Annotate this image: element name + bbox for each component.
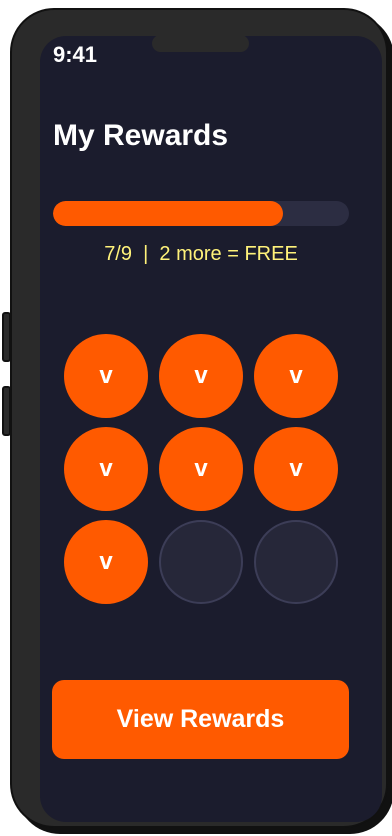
- page-title: My Rewards: [53, 119, 229, 152]
- stamp-check-mark: v: [289, 455, 303, 482]
- stamp-filled: v: [64, 334, 148, 418]
- stamp-filled: v: [159, 334, 243, 418]
- stamp-check-mark: v: [194, 362, 208, 389]
- camera-notch: [152, 35, 249, 52]
- view-rewards-button[interactable]: View Rewards: [52, 680, 349, 759]
- stamp-filled: v: [254, 334, 338, 418]
- status-time: 9:41: [53, 42, 98, 67]
- stamp-card-grid: v v v v v v v: [64, 334, 338, 604]
- stamp-filled: v: [159, 427, 243, 511]
- stamp-check-mark: v: [194, 455, 208, 482]
- stamp-check-mark: v: [289, 362, 303, 389]
- stamp-check-mark: v: [99, 548, 113, 575]
- stamp-check-mark: v: [99, 455, 113, 482]
- stamp-empty: [159, 520, 243, 604]
- stamp-filled: v: [64, 520, 148, 604]
- progress-bar-fill: [53, 201, 284, 226]
- stamp-filled: v: [254, 427, 338, 511]
- stamp-check-mark: v: [99, 362, 113, 389]
- progress-bar: [53, 201, 349, 226]
- progress-status-text: 7/9 | 2 more = FREE: [104, 243, 298, 265]
- stamp-empty: [254, 520, 338, 604]
- stamp-filled: v: [64, 427, 148, 511]
